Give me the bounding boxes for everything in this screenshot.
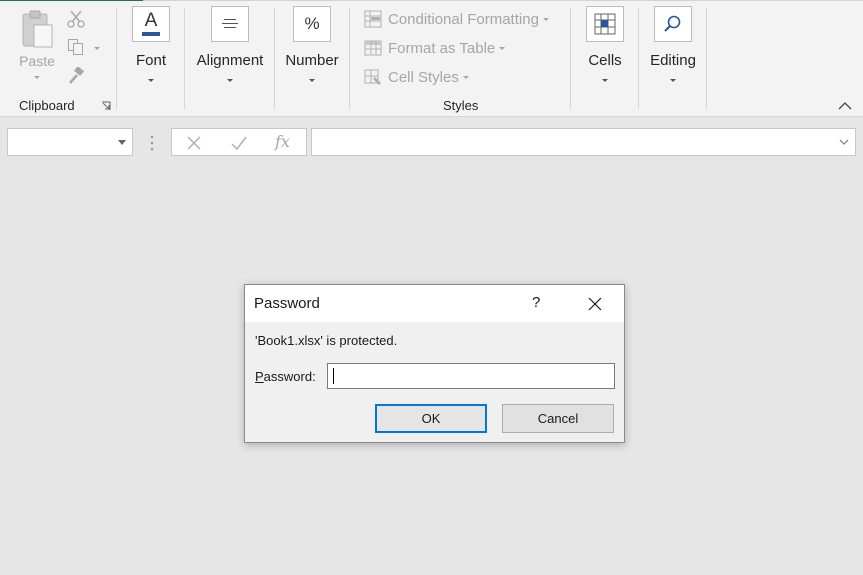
cell-styles-caret xyxy=(462,75,469,79)
paste-dropdown-caret xyxy=(17,73,57,79)
name-box-dropdown-icon[interactable] xyxy=(118,140,126,146)
separator xyxy=(706,8,707,109)
cells-label: Cells xyxy=(588,52,622,69)
font-button[interactable]: A Font xyxy=(129,6,173,82)
format-as-table-caret xyxy=(499,46,506,50)
font-dropdown-caret xyxy=(129,76,173,82)
formula-bar: fx xyxy=(0,117,863,162)
font-label: Font xyxy=(135,52,166,69)
copy-dropdown-caret xyxy=(94,47,100,50)
protected-message: 'Book1.xlsx' is protected. xyxy=(255,333,398,348)
percent-icon: % xyxy=(293,6,331,42)
number-label: Number xyxy=(285,52,339,69)
close-icon[interactable] xyxy=(588,297,602,311)
editing-label: Editing xyxy=(650,52,696,69)
ribbon: Paste Clipboard A Font Alignment % Numbe… xyxy=(0,1,863,117)
cell-styles-icon xyxy=(364,69,381,85)
name-box[interactable] xyxy=(7,128,133,156)
font-icon: A xyxy=(132,6,170,42)
conditional-formatting-icon xyxy=(364,10,382,28)
clipboard-group-label: Clipboard xyxy=(19,98,75,113)
dialog-title-bar: Password ? xyxy=(245,285,624,322)
conditional-formatting-button[interactable]: Conditional Formatting xyxy=(364,10,549,28)
separator xyxy=(349,8,350,109)
cancel-entry-icon[interactable] xyxy=(186,135,202,151)
editing-button[interactable]: Editing xyxy=(645,6,701,82)
cut-icon[interactable] xyxy=(67,10,85,28)
ok-button[interactable]: OK xyxy=(375,404,487,433)
password-input[interactable] xyxy=(327,363,615,389)
format-as-table-button[interactable]: Format as Table xyxy=(364,39,506,57)
cells-icon xyxy=(586,6,624,42)
copy-button[interactable] xyxy=(67,38,103,58)
paste-icon xyxy=(22,10,53,48)
clipboard-launcher-icon[interactable] xyxy=(101,101,111,111)
cells-button[interactable]: Cells xyxy=(584,6,626,82)
password-label-mnemonic: P xyxy=(255,369,264,384)
separator xyxy=(184,8,185,109)
format-as-table-label: Format as Table xyxy=(388,39,496,57)
separator xyxy=(638,8,639,109)
formula-buttons: fx xyxy=(171,128,307,156)
text-caret xyxy=(333,368,334,384)
password-label: Password: xyxy=(255,369,316,384)
cell-styles-button[interactable]: Cell Styles xyxy=(364,68,469,86)
password-dialog: Password ? 'Book1.xlsx' is protected. Pa… xyxy=(244,284,625,443)
dialog-title: Password xyxy=(254,295,320,312)
cells-dropdown-caret xyxy=(584,76,626,82)
help-button[interactable]: ? xyxy=(532,294,540,311)
styles-group-label: Styles xyxy=(443,98,479,113)
number-dropdown-caret xyxy=(283,76,341,82)
separator xyxy=(274,8,275,109)
alignment-button[interactable]: Alignment xyxy=(193,6,267,82)
formula-bar-grip-icon[interactable] xyxy=(150,135,154,151)
password-label-rest: assword: xyxy=(263,369,316,384)
collapse-ribbon-icon[interactable] xyxy=(838,101,852,111)
editing-dropdown-caret xyxy=(645,76,701,82)
paste-label: Paste xyxy=(19,53,55,69)
search-icon xyxy=(654,6,692,42)
separator xyxy=(570,8,571,109)
copy-icon xyxy=(68,39,83,55)
conditional-formatting-caret xyxy=(542,17,549,21)
alignment-label: Alignment xyxy=(196,52,264,69)
alignment-icon xyxy=(211,6,249,42)
number-button[interactable]: % Number xyxy=(283,6,341,82)
alignment-dropdown-caret xyxy=(193,76,267,82)
conditional-formatting-label: Conditional Formatting xyxy=(388,10,539,28)
cell-styles-label: Cell Styles xyxy=(388,68,459,86)
insert-function-icon[interactable]: fx xyxy=(275,132,290,151)
expand-formula-bar-icon[interactable] xyxy=(839,139,849,146)
paste-button[interactable]: Paste xyxy=(17,9,57,89)
enter-checkmark-icon[interactable] xyxy=(230,135,248,151)
format-as-table-icon xyxy=(364,40,382,56)
separator xyxy=(116,8,117,109)
format-painter-icon[interactable] xyxy=(67,67,85,85)
cancel-button[interactable]: Cancel xyxy=(502,404,614,433)
formula-input[interactable] xyxy=(311,128,856,156)
